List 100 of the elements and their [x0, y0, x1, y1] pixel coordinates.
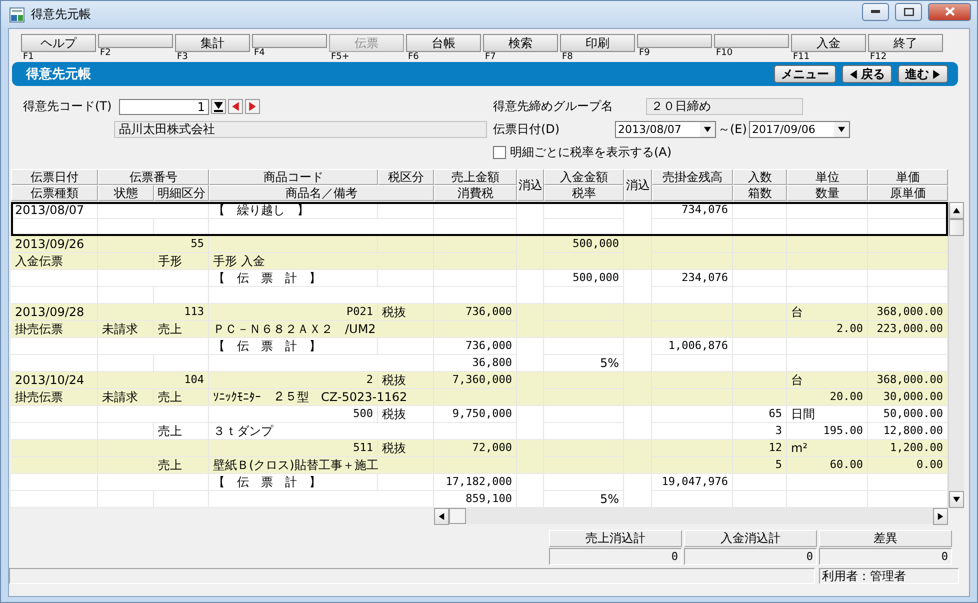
- function-key-button[interactable]: ヘルプ: [21, 34, 96, 52]
- maximize-button[interactable]: [895, 2, 922, 20]
- table-row[interactable]: 500 税抜 9,750,000 65 日間 50,000.00 売上 ３ｔダンプ 3 195.00 12,800.00: [11, 406, 948, 440]
- function-key-button[interactable]: 印刷: [560, 34, 635, 52]
- empty-cell: [733, 304, 787, 321]
- table-cell: 掛売伝票: [15, 389, 63, 405]
- table-cell: 20.00: [830, 389, 863, 405]
- nav-button[interactable]: メニュー: [774, 65, 836, 83]
- scroll-left-button[interactable]: [434, 508, 449, 525]
- table-cell: 17,182,000: [446, 474, 512, 490]
- function-key-button[interactable]: [714, 34, 789, 48]
- customer-name-field: 品川太田株式会社: [114, 121, 487, 138]
- empty-cell: [733, 270, 787, 287]
- table-cell: 19,047,976: [662, 474, 728, 490]
- summary-value: 0: [549, 548, 682, 565]
- table-cell: 売上: [158, 457, 182, 473]
- table-cell: 12: [768, 440, 782, 456]
- field-label: 伝票日付(D): [493, 121, 561, 138]
- next-button[interactable]: [245, 99, 260, 114]
- customer-code-field[interactable]: 1: [119, 98, 209, 114]
- summary-header: 売上消込計: [549, 530, 682, 547]
- table-cell: 【 伝 票 計 】: [213, 474, 321, 490]
- table-cell: 0.00: [916, 457, 943, 473]
- table-row[interactable]: 511 税抜 72,000 12 m² 1,200.00 売上 壁紙Ｂ(クロス)貼替工事＋施工 5 60.00 0.00: [11, 440, 948, 474]
- screen-title: 得意先元帳: [26, 66, 92, 83]
- table-cell: 掛売伝票: [15, 321, 63, 337]
- table-cell: 36,800: [472, 355, 512, 371]
- function-key-button[interactable]: 集計: [175, 34, 250, 52]
- table-row[interactable]: 【 伝 票 計 】 17,182,000 19,047,976 859,100 5%: [11, 474, 948, 508]
- table-cell: 税抜: [382, 304, 406, 320]
- app-icon: [9, 6, 25, 22]
- table-cell: 12,800.00: [883, 423, 943, 439]
- table-cell: 368,000.00: [876, 304, 943, 320]
- back-arrow-icon: [849, 70, 858, 78]
- date-from-dropdown[interactable]: 2013/08/07: [615, 121, 716, 138]
- field-label: ～(E): [718, 121, 747, 138]
- column-header: 状態: [98, 185, 154, 201]
- table-cell: 65: [768, 406, 782, 422]
- table-row[interactable]: 【 伝 票 計 】 500,000 234,076: [11, 270, 948, 304]
- table-cell: 【 伝 票 計 】: [213, 270, 321, 286]
- function-key-label: F1: [22, 52, 34, 63]
- table-cell: 入金伝票: [15, 253, 63, 269]
- function-key-button[interactable]: [98, 34, 173, 48]
- table-cell: 736,000: [466, 338, 512, 354]
- scrollbar-thumb[interactable]: [949, 219, 964, 236]
- table-cell: 500,000: [572, 270, 619, 286]
- table-cell: 壁紙Ｂ(クロス)貼替工事＋施工: [213, 457, 378, 473]
- group-name-field: ２０日締め: [646, 98, 803, 115]
- function-key-button[interactable]: 終了: [868, 34, 943, 52]
- table-cell: 5%: [600, 355, 619, 371]
- table-cell: 税抜: [382, 440, 406, 456]
- table-cell: 234,076: [682, 270, 728, 286]
- table-cell: 2013/09/28: [15, 304, 84, 320]
- empty-cell: [733, 338, 787, 355]
- table-cell: 2.00: [836, 321, 863, 337]
- column-header: 消費税: [434, 185, 517, 201]
- column-header: 消込: [517, 169, 544, 201]
- date-to-dropdown[interactable]: 2017/09/06: [748, 121, 850, 138]
- column-header: 単価: [868, 169, 948, 185]
- nav-button[interactable]: 戻る: [842, 65, 892, 83]
- column-header: 商品コード: [209, 169, 378, 185]
- table-cell: 55: [190, 236, 204, 252]
- table-row[interactable]: 2013/09/28 113 P021 税抜 736,000 台 368,000.00 掛売伝票 未請求 売上 ＰＣ－Ｎ６８２ＡＸ２ /UM2 2.00 223,000.00: [11, 304, 948, 338]
- column-header: 単位: [787, 169, 868, 185]
- table-cell: 日間: [791, 406, 815, 422]
- column-header: 売上金額: [434, 169, 517, 185]
- scroll-up-button[interactable]: [949, 202, 964, 219]
- function-key-label: F3: [176, 52, 188, 63]
- table-cell: 1,200.00: [890, 440, 943, 456]
- table-cell: P021: [346, 304, 373, 320]
- table-cell: 手形 入金: [213, 253, 265, 269]
- column-header: 売掛金残高: [652, 169, 733, 185]
- checkbox[interactable]: [493, 146, 506, 159]
- table-cell: 2013/08/07: [15, 202, 84, 218]
- table-row[interactable]: 2013/10/24 104 2 税抜 7,360,000 台 368,000.00 掛売伝票 未請求 売上 ｿﾆｯｸﾓﾆﾀｰ ２５型 CZ-5023-1162 20.00 30,000.00: [11, 372, 948, 406]
- function-key-button[interactable]: 台帳: [406, 34, 481, 52]
- table-cell: 売上: [158, 423, 182, 439]
- table-row[interactable]: 【 伝 票 計 】 736,000 1,006,876 36,800 5%: [11, 338, 948, 372]
- nav-button[interactable]: 進む: [898, 65, 948, 83]
- scroll-right-button[interactable]: [933, 508, 948, 525]
- table-cell: 223,000.00: [876, 321, 943, 337]
- table-cell: 3: [775, 423, 782, 439]
- table-cell: 税抜: [382, 372, 406, 388]
- scrollbar-thumb[interactable]: [449, 508, 466, 524]
- previous-button[interactable]: [228, 99, 243, 114]
- function-key-button[interactable]: [637, 34, 712, 48]
- close-button[interactable]: [928, 2, 971, 20]
- table-cell: 2: [366, 372, 373, 388]
- function-key-button[interactable]: [252, 34, 327, 48]
- table-row[interactable]: 2013/08/07 【 繰り越し 】 734,076: [11, 202, 948, 236]
- scroll-down-button[interactable]: [949, 491, 964, 508]
- table-cell: 72,000: [472, 440, 512, 456]
- left-arrow-icon: [231, 102, 240, 111]
- function-key-button[interactable]: 入金: [791, 34, 866, 52]
- function-key-button[interactable]: 検索: [483, 34, 558, 52]
- table-cell: 500: [353, 406, 373, 422]
- table-row[interactable]: 2013/09/26 55 500,000 入金伝票 手形 手形 入金: [11, 236, 948, 270]
- minimize-button[interactable]: [862, 2, 889, 20]
- search-list-button[interactable]: [211, 99, 226, 114]
- user-status: 利用者：管理者: [819, 568, 959, 584]
